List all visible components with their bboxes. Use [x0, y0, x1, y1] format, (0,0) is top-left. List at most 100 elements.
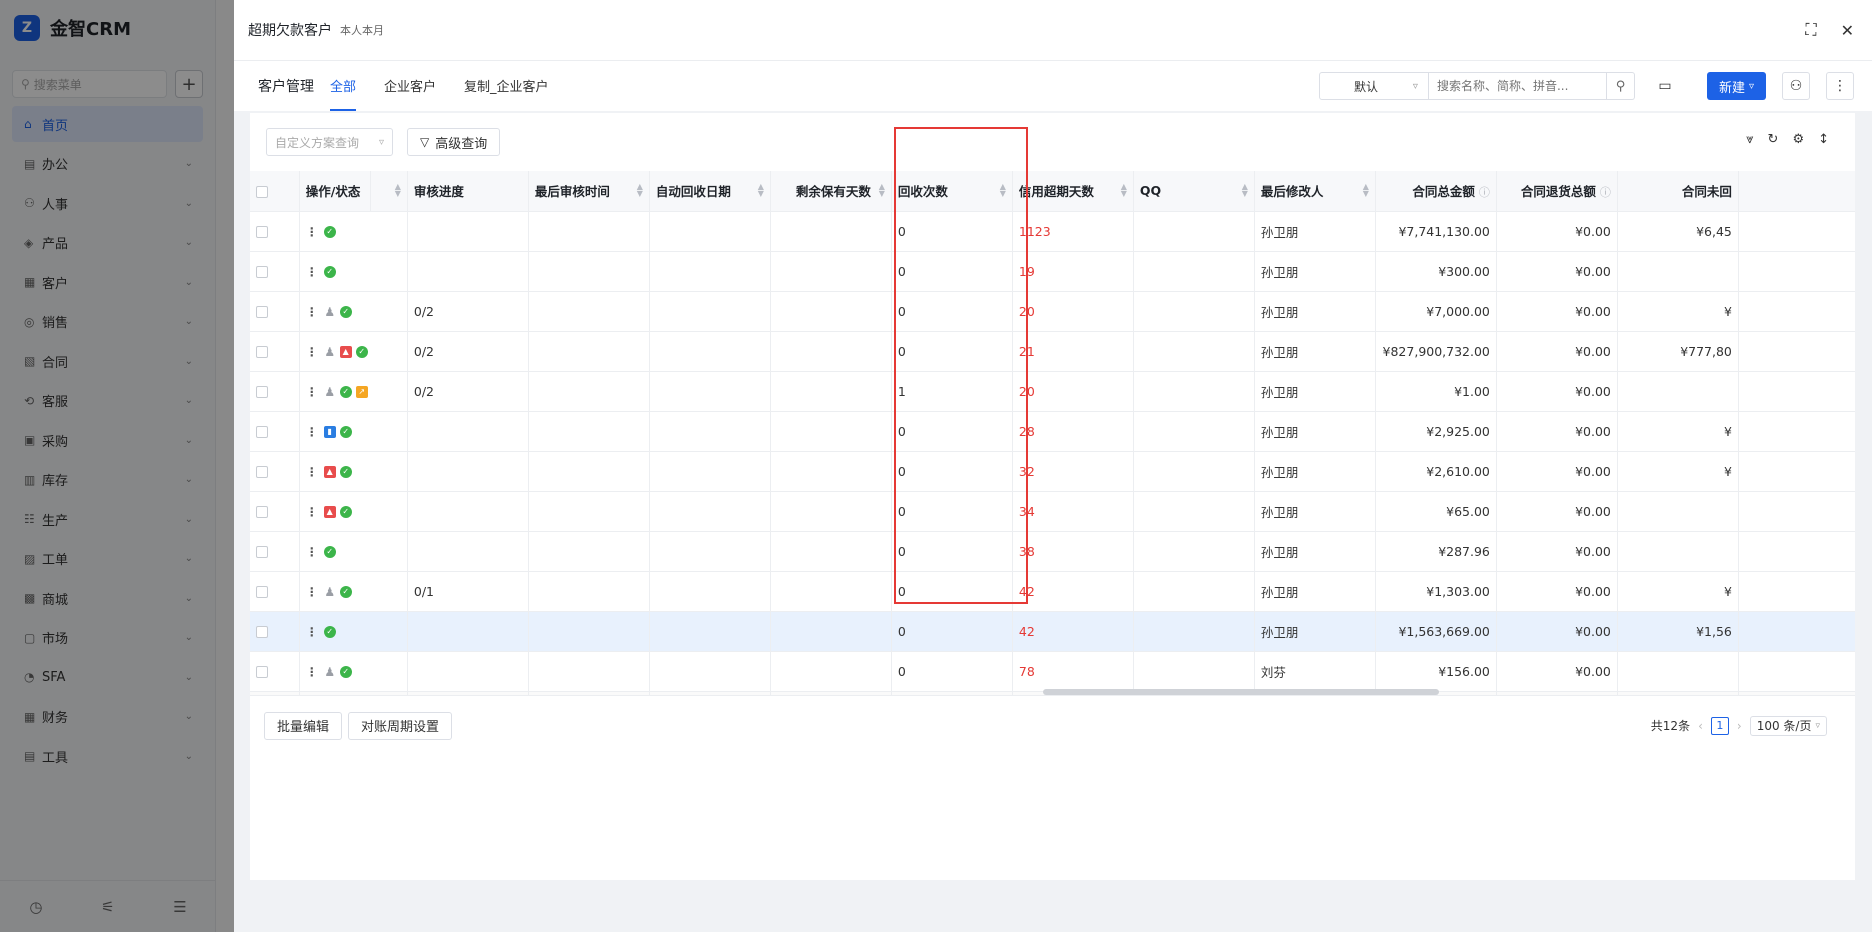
last-audit-time-cell — [528, 651, 650, 692]
contract-refund-cell: ¥0.00 — [1496, 291, 1618, 332]
last-audit-time-cell — [528, 251, 650, 292]
audit-progress-cell — [407, 451, 529, 492]
extra-cell — [1738, 651, 1855, 692]
print-icon[interactable]: ▭ — [1651, 72, 1679, 100]
search-button[interactable]: ⚲ — [1606, 72, 1635, 100]
table-row[interactable]: ⋮ ♟ ▲ ✓ 0/2 0 21 孙卫朋 ¥827,900,732.00 ¥0.00 ¥777,80 — [250, 331, 1855, 372]
row-actions-icon[interactable]: ⋮ — [306, 665, 318, 679]
row-checkbox[interactable] — [256, 226, 268, 238]
customer-search-input[interactable] — [1428, 72, 1607, 100]
help-icon[interactable]: ⓘ — [1600, 186, 1611, 199]
col-remaining-days[interactable]: 剩余保有天数 ▲ ▼ — [770, 171, 892, 212]
next-page-icon[interactable]: › — [1737, 719, 1742, 733]
row-height-icon[interactable]: ↕ — [1818, 132, 1829, 147]
row-actions-icon[interactable]: ⋮ — [306, 425, 318, 439]
auditor-icon: ♟ — [324, 664, 336, 679]
contract-refund-cell: ¥0.00 — [1496, 651, 1618, 692]
col-recycle-count[interactable]: 回收次数 ▲ ▼ — [891, 171, 1013, 212]
audit-progress-cell — [407, 411, 529, 452]
row-checkbox[interactable] — [256, 266, 268, 278]
settings-icon[interactable]: ⚙ — [1792, 132, 1804, 147]
statement-period-button[interactable]: 对账周期设置 — [348, 711, 453, 740]
more-icon[interactable]: ⋮ — [1826, 72, 1854, 100]
batch-edit-button[interactable]: 批量编辑 — [264, 711, 343, 740]
tab-enterprise-customer[interactable]: 企业客户 — [384, 61, 436, 111]
row-checkbox[interactable] — [256, 506, 268, 518]
row-actions-icon[interactable]: ⋮ — [306, 585, 318, 599]
row-actions-icon[interactable]: ⋮ — [306, 225, 318, 239]
tab-copy-enterprise-customer[interactable]: 复制_企业客户 — [464, 61, 549, 111]
col-contract-total[interactable]: 合同总金额 ⓘ — [1375, 171, 1497, 212]
fullscreen-icon[interactable]: ⛶ — [1805, 20, 1816, 40]
current-page[interactable]: 1 — [1710, 716, 1729, 735]
table-row[interactable]: ⋮ ♟ ✓ 0/2 0 20 孙卫朋 ¥7,000.00 ¥0.00 ¥ — [250, 291, 1855, 332]
row-checkbox[interactable] — [256, 586, 268, 598]
expand-all-icon[interactable]: ⩔ — [1746, 132, 1753, 147]
toolbar: 客户管理 全部 企业客户 复制_企业客户 默认 ▿ ⚲ ▭ 新建 ▿ ⚇ ⋮ — [234, 61, 1872, 111]
col-credit-overdue-days[interactable]: 信用超期天数 ▲ ▼ — [1012, 171, 1134, 212]
view-select[interactable]: 默认 ▿ — [1318, 72, 1429, 100]
col-audit-progress[interactable]: 审核进度 — [407, 171, 529, 212]
row-checkbox[interactable] — [256, 546, 268, 558]
col-ops-sort[interactable]: ▲ ▼ — [370, 171, 408, 212]
row-checkbox[interactable] — [256, 426, 268, 438]
row-actions-icon[interactable]: ⋮ — [306, 625, 318, 639]
table-row[interactable]: ⋮ ♟ ✓ ↗ 0/2 1 20 孙卫朋 ¥1.00 ¥0.00 — [250, 371, 1855, 412]
modal-overlay[interactable] — [0, 0, 234, 932]
row-ops-cell: ⋮ ✓ — [299, 211, 408, 252]
user-search-icon[interactable]: ⚇ — [1782, 72, 1810, 100]
row-actions-icon[interactable]: ⋮ — [306, 345, 318, 359]
row-checkbox[interactable] — [256, 346, 268, 358]
row-actions-icon[interactable]: ⋮ — [306, 305, 318, 319]
col-contract-unpaid[interactable]: 合同未回 — [1617, 171, 1739, 212]
auto-recycle-date-cell — [649, 251, 771, 292]
extra-cell — [1738, 251, 1855, 292]
col-qq[interactable]: QQ ▲ ▼ — [1133, 171, 1255, 212]
table-row[interactable]: ⋮ ♟ ✓ 0/1 0 42 孙卫朋 ¥1,303.00 ¥0.00 ¥ — [250, 571, 1855, 612]
auto-recycle-date-cell — [649, 211, 771, 252]
select-all-checkbox[interactable] — [256, 185, 268, 198]
col-auto-recycle-date[interactable]: 自动回收日期 ▲ ▼ — [649, 171, 771, 212]
last-audit-time-cell — [528, 211, 650, 252]
row-select-cell — [250, 531, 300, 572]
row-checkbox[interactable] — [256, 306, 268, 318]
row-actions-icon[interactable]: ⋮ — [306, 385, 318, 399]
row-checkbox[interactable] — [256, 626, 268, 638]
table-row[interactable]: ⋮ ♟ ✓ 0 78 刘芬 ¥156.00 ¥0.00 — [250, 651, 1855, 692]
row-actions-icon[interactable]: ⋮ — [306, 545, 318, 559]
row-checkbox[interactable] — [256, 666, 268, 678]
table-row[interactable]: ⋮ ✓ 0 19 孙卫朋 ¥300.00 ¥0.00 — [250, 251, 1855, 292]
qq-cell — [1133, 291, 1255, 332]
col-contract-refund[interactable]: 合同退货总额 ⓘ — [1496, 171, 1618, 212]
tab-all[interactable]: 全部 — [330, 61, 357, 111]
row-actions-icon[interactable]: ⋮ — [306, 465, 318, 479]
table-row[interactable]: ⋮ ✓ 0 38 孙卫朋 ¥287.96 ¥0.00 — [250, 531, 1855, 572]
table-row[interactable]: ⋮ ▮ ✓ 0 28 孙卫朋 ¥2,925.00 ¥0.00 ¥ — [250, 411, 1855, 452]
credit-overdue-days-cell: 38 — [1012, 531, 1134, 572]
refresh-icon[interactable]: ↻ — [1768, 132, 1779, 147]
row-ops-cell: ⋮ ♟ ✓ — [299, 291, 408, 332]
remaining-days-cell — [770, 531, 892, 572]
close-icon[interactable]: ✕ — [1841, 21, 1854, 40]
col-last-modifier[interactable]: 最后修改人 ▲ ▼ — [1254, 171, 1376, 212]
help-icon[interactable]: ⓘ — [1479, 186, 1490, 199]
row-checkbox[interactable] — [256, 466, 268, 478]
row-actions-icon[interactable]: ⋮ — [306, 265, 318, 279]
table-row[interactable]: ⋮ ▲ ✓ 0 32 孙卫朋 ¥2,610.00 ¥0.00 ¥ — [250, 451, 1855, 492]
auto-recycle-date-cell — [649, 331, 771, 372]
row-checkbox[interactable] — [256, 386, 268, 398]
new-button[interactable]: 新建 ▿ — [1706, 72, 1766, 100]
status-ok-icon: ✓ — [339, 305, 352, 318]
chevron-down-icon: ▿ — [1412, 80, 1418, 92]
advanced-query-button[interactable]: ▽ 高级查询 — [407, 128, 501, 156]
prev-page-icon[interactable]: ‹ — [1698, 719, 1703, 733]
table-row[interactable]: ⋮ ✓ 0 1123 孙卫朋 ¥7,741,130.00 ¥0.00 ¥6,45 — [250, 211, 1855, 252]
table-row[interactable]: ⋮ ▲ ✓ 0 34 孙卫朋 ¥65.00 ¥0.00 — [250, 491, 1855, 532]
remaining-days-cell — [770, 411, 892, 452]
page-size-select[interactable]: 100 条/页 ▿ — [1749, 715, 1827, 736]
row-actions-icon[interactable]: ⋮ — [306, 505, 318, 519]
contract-unpaid-cell: ¥ — [1617, 451, 1739, 492]
col-last-audit-time[interactable]: 最后审核时间 ▲ ▼ — [528, 171, 650, 212]
custom-plan-select[interactable]: 自定义方案查询 ▿ — [266, 128, 393, 156]
table-row[interactable]: ⋮ ✓ 0 42 孙卫朋 ¥1,563,669.00 ¥0.00 ¥1,56 — [250, 611, 1855, 652]
